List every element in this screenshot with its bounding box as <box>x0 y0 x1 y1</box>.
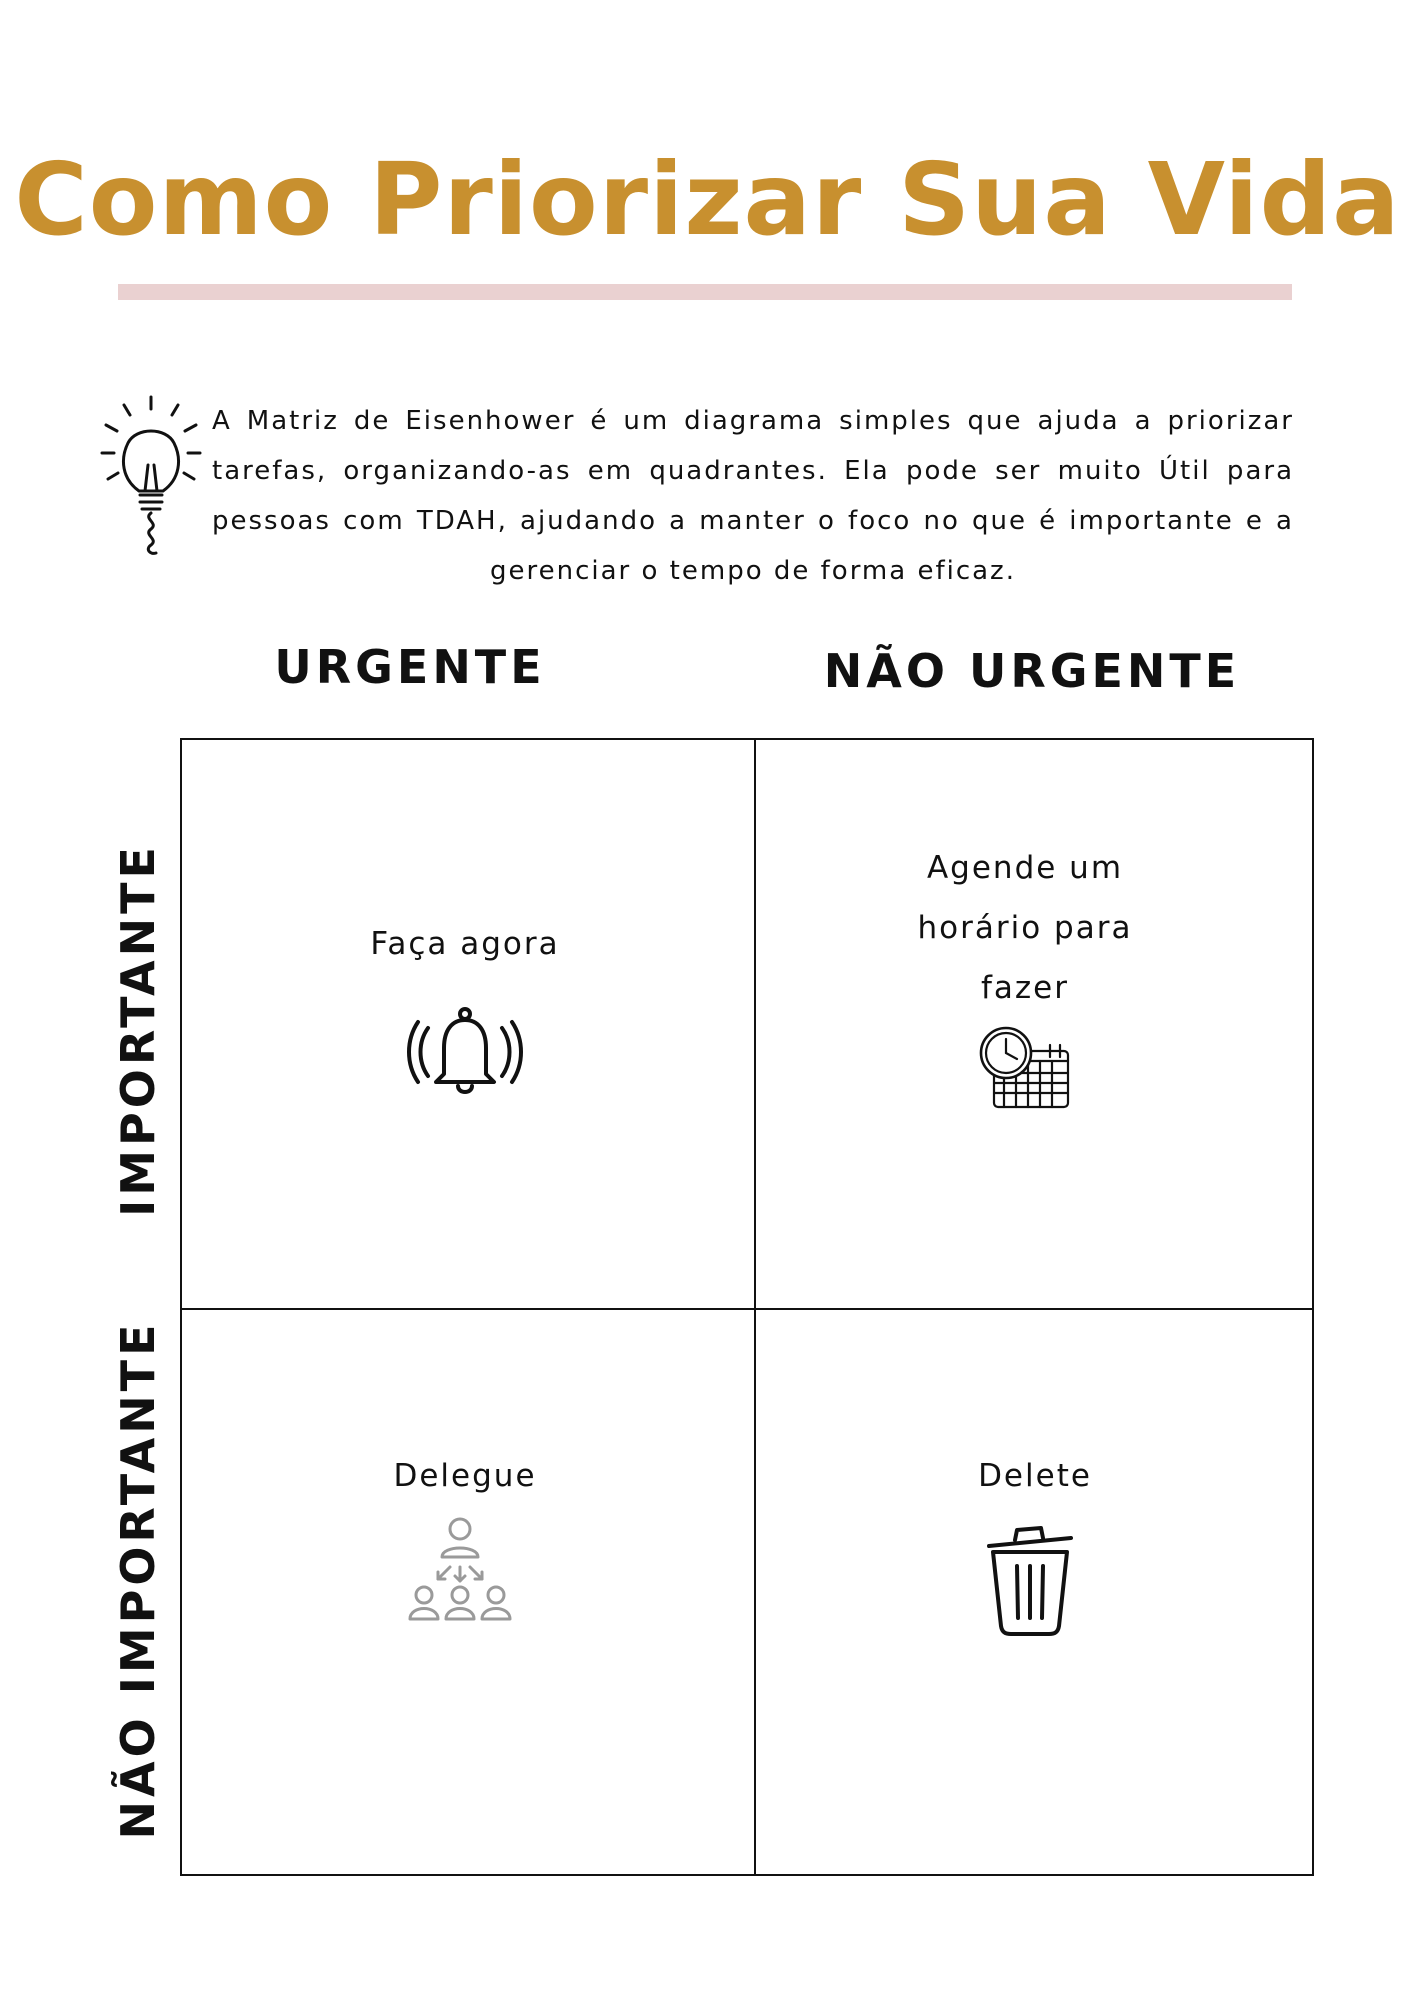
quadrant-delete-label: Delete <box>978 1458 1092 1494</box>
quadrant-do-now-label: Faça agora <box>370 926 560 962</box>
grid-right-line <box>1312 738 1314 1876</box>
title-underline <box>118 284 1292 300</box>
column-header-not-urgent: NÃO URGENTE <box>823 644 1241 698</box>
delegate-people-icon <box>408 1517 512 1621</box>
grid-center-line <box>754 738 756 1876</box>
trash-icon <box>987 1526 1073 1636</box>
bell-icon <box>407 1007 523 1094</box>
row-header-important: IMPORTANTE <box>111 843 165 1217</box>
column-header-urgent: URGENTE <box>274 640 546 694</box>
quadrant-schedule-line-1: Agende um <box>926 850 1124 886</box>
clock-calendar-icon <box>979 1026 1070 1109</box>
grid-left-line <box>180 738 182 1876</box>
quadrant-schedule-label: Agende um horário para fazer <box>860 838 1190 1018</box>
row-header-not-important: NÃO IMPORTANTE <box>111 1320 165 1840</box>
page-title: Como Priorizar Sua Vida <box>14 141 1401 258</box>
quadrant-schedule-line-3: fazer <box>981 970 1069 1006</box>
lightbulb-icon <box>100 395 202 555</box>
intro-paragraph: A Matriz de Eisenhower é um diagrama sim… <box>212 406 1294 586</box>
grid-middle-line <box>180 1308 1314 1310</box>
grid-bottom-line <box>180 1874 1314 1876</box>
quadrant-delegate-label: Delegue <box>393 1458 537 1494</box>
quadrant-schedule-line-2: horário para <box>917 910 1133 946</box>
grid-top-line <box>180 738 1314 740</box>
